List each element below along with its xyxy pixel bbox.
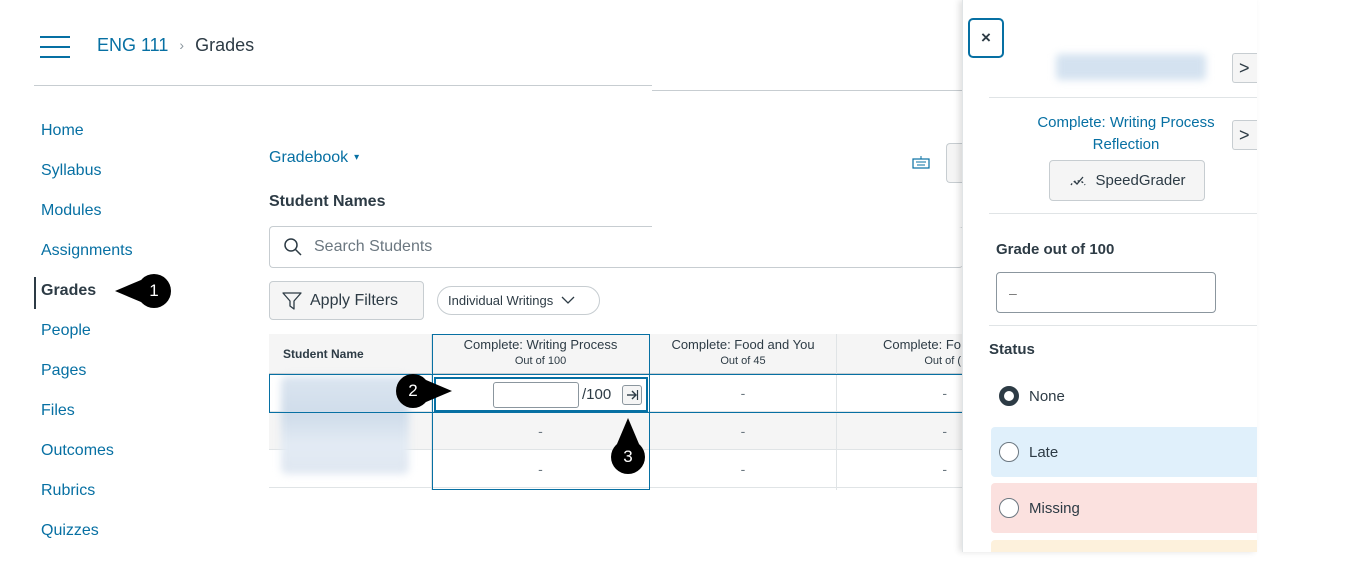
status-option-label: Late [1029, 443, 1059, 461]
assignment-header-food-and-you[interactable]: Complete: Food and You Out of 45 [650, 334, 836, 374]
speedgrader-icon [1070, 176, 1087, 185]
nav-pages[interactable]: Pages [34, 358, 214, 398]
next-assignment-button[interactable]: > [1232, 120, 1257, 150]
hamburger-menu-icon[interactable] [40, 36, 70, 58]
chevron-down-icon [561, 296, 575, 304]
nav-syllabus[interactable]: Syllabus [34, 158, 214, 198]
nav-modules[interactable]: Modules [34, 198, 214, 238]
search-students-input[interactable] [314, 235, 914, 259]
status-option-late[interactable]: Late [991, 427, 1257, 477]
radio-icon [999, 442, 1019, 462]
grade-detail-tray: × > Complete: Writing Process Reflection… [962, 0, 1257, 552]
tray-divider [989, 325, 1257, 326]
student-names-label: Student Names [269, 193, 386, 210]
callout-1: 1 [115, 274, 171, 308]
filter-icon [282, 291, 302, 310]
header-divider [34, 85, 652, 86]
assignment-header-partial[interactable]: Complete: Fo Out of ( [837, 334, 963, 374]
nav-people[interactable]: People [34, 318, 214, 358]
radio-checked-icon [999, 386, 1019, 406]
speedgrader-button[interactable]: SpeedGrader [1049, 160, 1205, 201]
filter-pill-label: Individual Writings [448, 293, 554, 308]
course-navigation: Home Syllabus Modules Assignments Grades… [34, 118, 214, 558]
assignment-points: Out of ( [924, 355, 961, 367]
apply-filters-button[interactable]: Apply Filters [269, 281, 424, 320]
caret-down-icon: ▾ [354, 152, 360, 163]
keyboard-icon[interactable] [912, 155, 930, 169]
grade-cell[interactable]: - [650, 412, 836, 450]
assignment-link[interactable]: Complete: Writing Process Reflection [1021, 112, 1231, 156]
nav-quizzes[interactable]: Quizzes [34, 518, 214, 558]
nav-files[interactable]: Files [34, 398, 214, 438]
assignment-title: Complete: Fo [882, 337, 961, 352]
apply-filters-label: Apply Filters [310, 291, 399, 309]
breadcrumb: ENG 111 › Grades [97, 35, 254, 56]
gradebook-menu-label: Gradebook [269, 149, 349, 166]
grade-cell[interactable]: - [837, 450, 963, 488]
tray-divider [989, 97, 1257, 98]
nav-rubrics[interactable]: Rubrics [34, 478, 214, 518]
nav-home[interactable]: Home [34, 118, 214, 158]
breadcrumb-separator: › [179, 37, 185, 53]
status-option-partial[interactable] [991, 540, 1257, 552]
grade-cell[interactable]: - [650, 450, 836, 488]
grade-input[interactable] [493, 382, 579, 408]
status-option-none[interactable]: None [991, 371, 1257, 421]
speedgrader-label: SpeedGrader [1095, 172, 1186, 189]
status-option-label: None [1029, 387, 1065, 405]
status-option-label: Missing [1029, 499, 1080, 517]
search-students-box [269, 226, 963, 268]
grade-cell-editor: /100 [434, 377, 648, 412]
status-label: Status [989, 341, 1035, 358]
grade-cell[interactable]: - [837, 412, 963, 450]
gradebook-menu[interactable]: Gradebook ▾ [269, 149, 359, 167]
assignment-points: Out of 45 [720, 355, 766, 367]
tray-grade-input[interactable] [996, 272, 1216, 313]
search-box-mask [652, 225, 962, 227]
assignment-title: Complete: Food and You [671, 337, 815, 352]
grade-out-of: /100 [582, 386, 612, 403]
filter-pill-individual-writings[interactable]: Individual Writings [437, 286, 600, 315]
grade-out-of-label: Grade out of 100 [996, 241, 1115, 258]
callout-3: 3 [611, 418, 645, 474]
callout-2: 2 [396, 374, 452, 408]
open-grade-detail-tray-button[interactable] [622, 385, 642, 405]
close-tray-button[interactable]: × [968, 18, 1004, 58]
breadcrumb-current: Grades [195, 35, 255, 55]
blurred-student-name [1056, 54, 1206, 80]
search-icon [284, 238, 302, 256]
student-name-header[interactable]: Student Name [269, 334, 431, 374]
status-option-missing[interactable]: Missing [991, 483, 1257, 533]
breadcrumb-course-link[interactable]: ENG 111 [97, 35, 168, 55]
arrow-right-icon [627, 390, 639, 400]
header-divider-right [652, 90, 962, 91]
tray-divider [989, 213, 1257, 214]
radio-icon [999, 498, 1019, 518]
nav-assignments[interactable]: Assignments [34, 238, 214, 278]
next-student-button[interactable]: > [1232, 53, 1257, 83]
nav-outcomes[interactable]: Outcomes [34, 438, 214, 478]
